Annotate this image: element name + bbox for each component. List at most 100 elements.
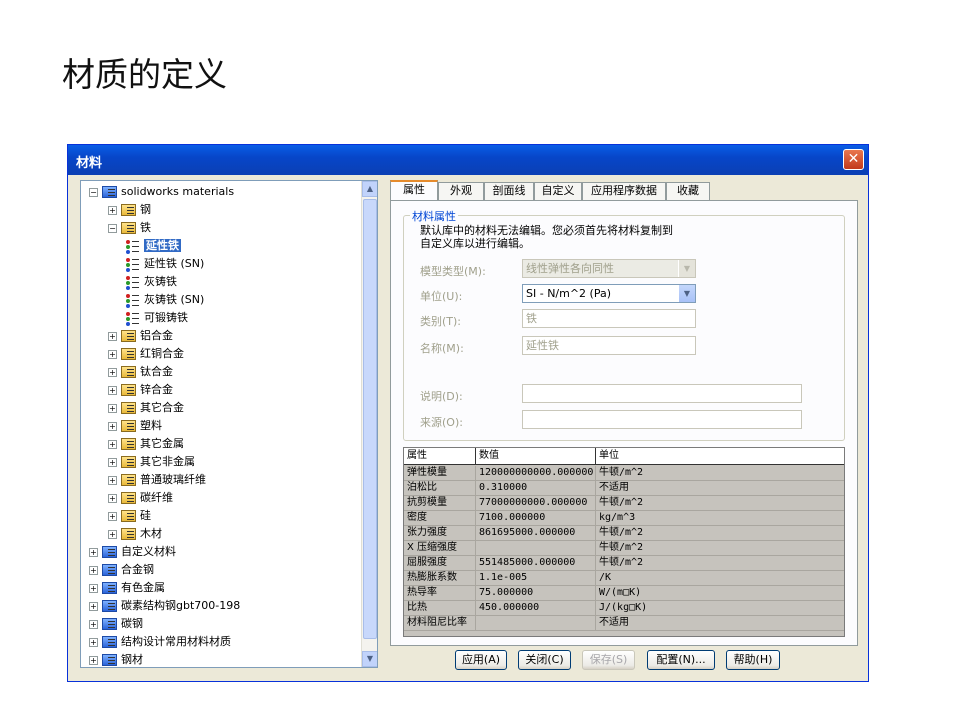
scroll-down-icon[interactable]: ▼	[362, 651, 377, 667]
tab-hatch[interactable]: 剖面线	[484, 182, 534, 200]
tree-item[interactable]: + 硅	[108, 507, 151, 525]
tree-item[interactable]: + 木材	[108, 525, 162, 543]
tree-root[interactable]: − solidworks materials	[89, 183, 234, 201]
folder-icon	[121, 402, 136, 414]
tree-item[interactable]: + 有色金属	[89, 579, 165, 597]
expand-icon[interactable]: +	[89, 547, 98, 557]
table-row[interactable]: 比热 450.000000 J/(kg□K)	[404, 601, 844, 616]
expand-icon[interactable]: +	[89, 601, 98, 611]
expand-icon[interactable]: +	[108, 511, 117, 521]
apply-button[interactable]: 应用(A)	[455, 650, 507, 670]
property-table[interactable]: 属性 数值 单位 弹性模量 120000000000.000000 牛顿/m^2 泊松…	[403, 447, 845, 637]
tree-item[interactable]: + 其它合金	[108, 399, 184, 417]
tree-item[interactable]: 延性铁	[125, 237, 181, 255]
table-row[interactable]: 张力强度 861695000.000000 牛顿/m^2	[404, 526, 844, 541]
tree-item[interactable]: + 铝合金	[108, 327, 173, 345]
tree-item[interactable]: + 自定义材料	[89, 543, 176, 561]
tree-item[interactable]: + 碳钢	[89, 615, 143, 633]
category-label: 类别(T):	[420, 315, 462, 328]
source-field[interactable]	[522, 410, 802, 429]
expand-icon[interactable]: +	[108, 475, 117, 485]
tree-item[interactable]: 延性铁 (SN)	[125, 255, 204, 273]
tree-item[interactable]: − 铁	[108, 219, 151, 237]
expand-icon[interactable]: +	[108, 205, 117, 215]
tree-item[interactable]: 灰铸铁	[125, 273, 177, 291]
tree-item[interactable]: + 塑料	[108, 417, 162, 435]
tree-item[interactable]: + 其它非金属	[108, 453, 195, 471]
expand-icon[interactable]: +	[108, 331, 117, 341]
expand-icon[interactable]: +	[108, 367, 117, 377]
tree-item[interactable]: + 碳纤维	[108, 489, 173, 507]
table-row[interactable]: 热膨胀系数 1.1e-005/K	[404, 571, 844, 586]
table-row[interactable]: 弹性模量 120000000000.000000 牛顿/m^2	[404, 466, 844, 481]
table-row[interactable]: 材料阻尼比率 不适用	[404, 616, 844, 631]
unit-select[interactable]: SI - N/m^2 (Pa) ▼	[522, 284, 696, 303]
cell-property: 热膨胀系数	[404, 571, 476, 586]
tree-item[interactable]: + 钛合金	[108, 363, 173, 381]
tree-item[interactable]: + 普通玻璃纤维	[108, 471, 206, 489]
description-field[interactable]	[522, 384, 802, 403]
name-field[interactable]: 延性铁	[522, 336, 696, 355]
expand-icon[interactable]: +	[108, 529, 117, 539]
expand-icon[interactable]: +	[89, 619, 98, 629]
tab-custom[interactable]: 自定义	[534, 182, 582, 200]
expand-icon[interactable]: +	[108, 403, 117, 413]
dialog-titlebar[interactable]: 材料 ✕	[68, 145, 868, 175]
table-row[interactable]: 密度 7100.000000 kg/m^3	[404, 511, 844, 526]
material-icon	[125, 257, 140, 271]
cell-unit: 牛顿/m^2	[599, 557, 644, 568]
scroll-up-icon[interactable]: ▲	[362, 181, 377, 197]
expand-icon[interactable]: +	[89, 583, 98, 593]
cell-value: 77000000000.000000	[476, 496, 596, 511]
expand-icon[interactable]: +	[108, 349, 117, 359]
tab-app-data[interactable]: 应用程序数据	[582, 182, 666, 200]
chevron-down-icon[interactable]: ▼	[678, 285, 695, 302]
cell-unit: J/(kg□K)	[599, 602, 648, 613]
tab-favorites[interactable]: 收藏	[666, 182, 710, 200]
category-field[interactable]: 铁	[522, 309, 696, 328]
folder-icon	[121, 438, 136, 450]
tree-item[interactable]: + 碳素结构钢gbt700-198	[89, 597, 240, 615]
tree-item[interactable]: + 锌合金	[108, 381, 173, 399]
unit-value: SI - N/m^2 (Pa)	[526, 287, 612, 300]
table-row[interactable]: 抗剪模量 77000000000.000000 牛顿/m^2	[404, 496, 844, 511]
expand-icon[interactable]: +	[108, 385, 117, 395]
tree-item[interactable]: + 钢材	[89, 651, 143, 667]
tree-item[interactable]: 灰铸铁 (SN)	[125, 291, 204, 309]
collapse-icon[interactable]: −	[108, 223, 117, 233]
scroll-thumb[interactable]	[363, 199, 377, 639]
expand-icon[interactable]: +	[108, 439, 117, 449]
close-icon[interactable]: ✕	[843, 149, 864, 170]
expand-icon[interactable]: +	[108, 493, 117, 503]
library-icon	[102, 600, 117, 612]
chevron-down-icon: ▼	[678, 260, 695, 277]
table-row[interactable]: X 压缩强度 牛顿/m^2	[404, 541, 844, 556]
material-tree[interactable]: − solidworks materials + 钢 − 铁延性铁 延性铁 (SN) 灰铸铁灰…	[80, 180, 378, 668]
table-row[interactable]: 热导率 75.000000 W/(m□K)	[404, 586, 844, 601]
unit-label: 单位(U):	[420, 290, 463, 303]
tree-item[interactable]: + 钢	[108, 201, 151, 219]
tree-item[interactable]: 可锻铸铁	[125, 309, 188, 327]
collapse-icon[interactable]: −	[89, 187, 98, 197]
expand-icon[interactable]: +	[108, 457, 117, 467]
help-button[interactable]: 帮助(H)	[726, 650, 780, 670]
tree-scrollbar[interactable]: ▲ ▼	[361, 181, 377, 667]
tab-properties[interactable]: 属性	[390, 180, 438, 201]
table-row[interactable]: 屈服强度 551485000.000000 牛顿/m^2	[404, 556, 844, 571]
cell-value: 551485000.000000	[476, 556, 596, 571]
tree-item[interactable]: + 结构设计常用材料材质	[89, 633, 231, 651]
tree-item[interactable]: + 红铜合金	[108, 345, 184, 363]
config-button[interactable]: 配置(N)...	[647, 650, 715, 670]
save-button[interactable]: 保存(S)	[582, 650, 635, 670]
expand-icon[interactable]: +	[108, 421, 117, 431]
tree-item[interactable]: + 其它金属	[108, 435, 184, 453]
expand-icon[interactable]: +	[89, 655, 98, 665]
tree-item[interactable]: + 合金钢	[89, 561, 154, 579]
tab-appearance[interactable]: 外观	[438, 182, 484, 200]
table-row[interactable]: 泊松比 0.310000 不适用	[404, 481, 844, 496]
expand-icon[interactable]: +	[89, 637, 98, 647]
folder-icon	[121, 348, 136, 360]
expand-icon[interactable]: +	[89, 565, 98, 575]
info-line: 默认库中的材料无法编辑。您必须首先将材料复制到	[420, 224, 673, 237]
close-button[interactable]: 关闭(C)	[518, 650, 571, 670]
